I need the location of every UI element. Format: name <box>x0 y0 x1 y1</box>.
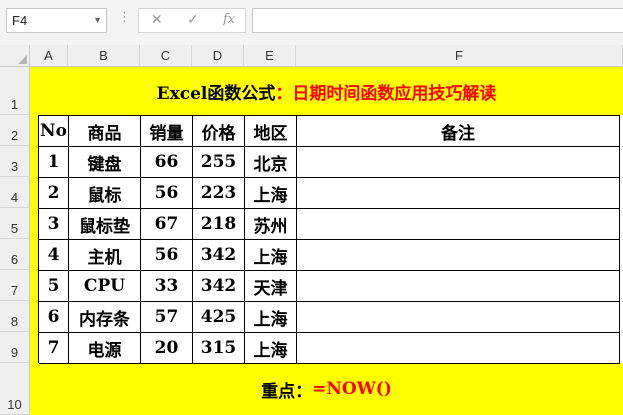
cell-price[interactable]: 342 <box>193 240 245 271</box>
enter-icon[interactable]: ✓ <box>187 12 199 28</box>
cell-price[interactable]: 255 <box>193 147 245 178</box>
header-no[interactable]: No <box>39 116 69 147</box>
cell-no[interactable]: 2 <box>39 178 69 209</box>
row-header-9[interactable]: 9 <box>0 332 30 363</box>
cell-price[interactable]: 425 <box>193 302 245 333</box>
cell-product[interactable]: 鼠标 <box>69 178 141 209</box>
cell-region[interactable]: 天津 <box>245 271 297 302</box>
cell-region[interactable]: 北京 <box>245 147 297 178</box>
left-margin-fill <box>30 115 38 363</box>
more-options-icon[interactable]: ⋮ <box>118 10 131 25</box>
cancel-icon[interactable]: ✕ <box>151 12 163 28</box>
cell-no[interactable]: 4 <box>39 240 69 271</box>
cell-sales[interactable]: 20 <box>141 333 193 364</box>
header-price[interactable]: 价格 <box>193 116 245 147</box>
title-part-black: Excel函数公式 <box>156 83 276 104</box>
cell-sales[interactable]: 66 <box>141 147 193 178</box>
column-header-c[interactable]: C <box>140 45 192 67</box>
column-header-e[interactable]: E <box>244 45 296 67</box>
cell-remark[interactable] <box>297 333 620 364</box>
cell-price[interactable]: 342 <box>193 271 245 302</box>
insert-function-icon[interactable]: fx <box>223 12 235 27</box>
cell-product[interactable]: 内存条 <box>69 302 141 333</box>
cell-no[interactable]: 5 <box>39 271 69 302</box>
header-sales[interactable]: 销量 <box>141 116 193 147</box>
row-header-8[interactable]: 8 <box>0 301 30 332</box>
column-header-d[interactable]: D <box>192 45 244 67</box>
row-header-4[interactable]: 4 <box>0 177 30 208</box>
cell-price[interactable]: 315 <box>193 333 245 364</box>
formula-buttons: ✕ ✓ fx <box>138 8 246 33</box>
formula-bar: F4 ▼ ⋮ ✕ ✓ fx <box>0 0 623 45</box>
cell-sales[interactable]: 56 <box>141 240 193 271</box>
cell-remark[interactable] <box>297 178 620 209</box>
cell-price[interactable]: 223 <box>193 178 245 209</box>
cell-remark[interactable] <box>297 240 620 271</box>
cell-remark[interactable] <box>297 271 620 302</box>
header-remark[interactable]: 备注 <box>297 116 620 147</box>
row-header-10[interactable]: 10 <box>0 363 30 415</box>
note-cell[interactable]: 重点： =NOW() <box>30 363 623 415</box>
cell-region[interactable]: 上海 <box>245 240 297 271</box>
column-header-a[interactable]: A <box>30 45 68 67</box>
cell-sales[interactable]: 57 <box>141 302 193 333</box>
note-formula: =NOW() <box>312 379 392 399</box>
header-product[interactable]: 商品 <box>69 116 141 147</box>
cell-product[interactable]: 主机 <box>69 240 141 271</box>
spreadsheet-grid: A B C D E F 1 2 3 4 5 6 7 8 9 10 Excel函数… <box>0 45 623 415</box>
cell-region[interactable]: 上海 <box>245 302 297 333</box>
column-header-f[interactable]: F <box>296 45 623 67</box>
cell-product[interactable]: 电源 <box>69 333 141 364</box>
cell-sales[interactable]: 33 <box>141 271 193 302</box>
cell-no[interactable]: 6 <box>39 302 69 333</box>
cell-region[interactable]: 上海 <box>245 178 297 209</box>
name-box-value: F4 <box>12 13 28 28</box>
row-header-7[interactable]: 7 <box>0 270 30 301</box>
cell-price[interactable]: 218 <box>193 209 245 240</box>
cell-no[interactable]: 3 <box>39 209 69 240</box>
formula-input[interactable] <box>252 8 623 33</box>
row-header-1[interactable]: 1 <box>0 67 30 115</box>
row-header-2[interactable]: 2 <box>0 115 30 146</box>
cell-region[interactable]: 上海 <box>245 333 297 364</box>
row-header-3[interactable]: 3 <box>0 146 30 177</box>
cell-no[interactable]: 1 <box>39 147 69 178</box>
cell-remark[interactable] <box>297 209 620 240</box>
name-box-dropdown-icon[interactable]: ▼ <box>93 9 102 32</box>
cell-remark[interactable] <box>297 147 620 178</box>
data-table: No 商品 销量 价格 地区 备注 1 键盘 66 255 北京 2 鼠标 56 223 上海 3 鼠标垫 67 21… <box>38 115 620 364</box>
title-part-red: ：日期时间函数应用技巧解读 <box>275 83 497 104</box>
header-region[interactable]: 地区 <box>245 116 297 147</box>
cell-region[interactable]: 苏州 <box>245 209 297 240</box>
cell-product[interactable]: 鼠标垫 <box>69 209 141 240</box>
note-label: 重点： <box>261 381 313 402</box>
cell-sales[interactable]: 56 <box>141 178 193 209</box>
sheet-title[interactable]: Excel函数公式 ：日期时间函数应用技巧解读 <box>30 67 623 115</box>
column-header-b[interactable]: B <box>68 45 140 67</box>
row-header-6[interactable]: 6 <box>0 239 30 270</box>
cell-product[interactable]: 键盘 <box>69 147 141 178</box>
name-box[interactable]: F4 ▼ <box>6 8 107 33</box>
row-header-5[interactable]: 5 <box>0 208 30 239</box>
cell-product[interactable]: CPU <box>69 271 141 302</box>
cell-no[interactable]: 7 <box>39 333 69 364</box>
select-all-corner[interactable] <box>0 45 30 67</box>
cell-sales[interactable]: 67 <box>141 209 193 240</box>
cell-remark[interactable] <box>297 302 620 333</box>
